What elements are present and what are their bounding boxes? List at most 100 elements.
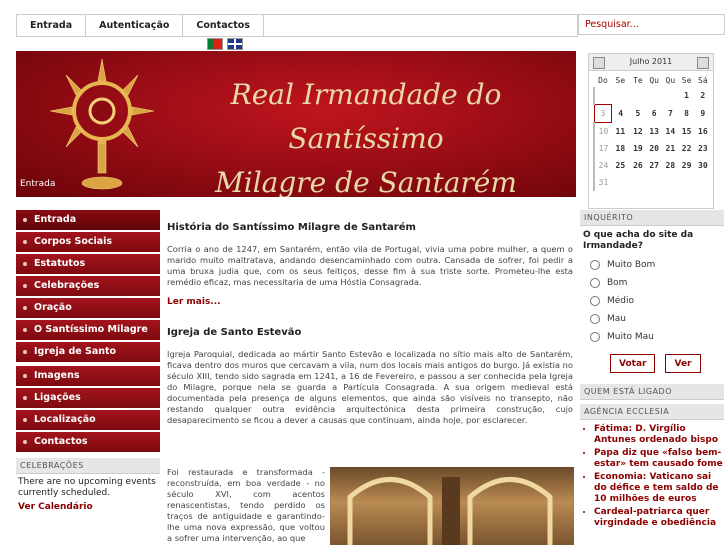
radio-button[interactable] (590, 332, 600, 342)
calendar-day[interactable]: 11 (612, 123, 630, 141)
top-navigation: Entrada Autenticação Contactos (16, 14, 578, 37)
radio-button[interactable] (590, 278, 600, 288)
menu-item[interactable]: Contactos (16, 432, 160, 452)
radio-button[interactable] (590, 314, 600, 324)
calendar-day (662, 87, 678, 105)
site-title: Real Irmandade do Santíssimo Milagre de … (156, 73, 576, 197)
search-input[interactable] (578, 14, 725, 35)
calendar-day[interactable]: 15 (678, 123, 694, 141)
online-heading: QUEM ESTÁ LIGADO (580, 384, 724, 400)
calendar-day[interactable]: 23 (695, 140, 711, 157)
site-title-line2: Milagre de Santarém (215, 166, 517, 197)
calendar-day (630, 87, 646, 105)
monstrance-icon (49, 58, 155, 190)
article-body: Corria o ano de 1247, em Santarém, então… (167, 244, 573, 287)
calendar-day[interactable]: 13 (646, 123, 662, 141)
menu-item[interactable]: Estatutos (16, 254, 160, 274)
calendar-day[interactable]: 10 (593, 122, 612, 140)
calendar-weekday: Do (598, 75, 608, 85)
calendar-day[interactable]: 4 (612, 105, 630, 123)
calendar-day[interactable]: 2 (695, 87, 711, 105)
calendar-next-icon[interactable] (697, 57, 709, 69)
radio-button[interactable] (590, 260, 600, 270)
calendar-day[interactable]: 6 (646, 105, 662, 123)
news-item-link[interactable]: Economia: Vaticano sai do défice e tem s… (594, 472, 724, 505)
radio-button[interactable] (590, 296, 600, 306)
calendar-day[interactable]: 26 (630, 157, 646, 174)
calendar-day[interactable]: 28 (662, 157, 678, 174)
uk-flag-icon[interactable] (227, 38, 243, 50)
article-body: Igreja Paroquial, dedicada ao mártir San… (167, 349, 573, 425)
celebracoes-heading: CELEBRAÇÕES (16, 458, 160, 474)
poll-option[interactable]: Muito Bom (580, 256, 724, 274)
menu-item[interactable]: Igreja de Santo Estevão (16, 342, 160, 377)
calendar-day[interactable]: 12 (630, 123, 646, 141)
menu-item[interactable]: O Santíssimo Milagre (16, 320, 160, 340)
menu-item[interactable]: Localização (16, 410, 160, 430)
calendar-prev-icon[interactable] (593, 57, 605, 69)
news-item-link[interactable]: Papa diz que «falso bem-estar» tem causa… (594, 448, 724, 470)
calendar-day[interactable]: 31 (593, 174, 612, 191)
ver-calendario-link[interactable]: Ver Calendário (16, 502, 160, 512)
menu-item[interactable]: Entrada (16, 210, 160, 230)
nav-tab-contactos[interactable]: Contactos (183, 15, 264, 36)
nav-tab-autenticacao[interactable]: Autenticação (86, 15, 184, 36)
calendar-day[interactable]: 29 (678, 157, 694, 174)
who-is-online-box: QUEM ESTÁ LIGADO (580, 384, 724, 400)
calendar-month: Julho 2011 (629, 57, 673, 66)
calendar-day[interactable]: 14 (662, 123, 678, 141)
calendar-day (593, 87, 612, 105)
vote-button[interactable]: Votar (610, 354, 656, 373)
poll-option-label: Médio (607, 296, 635, 306)
poll-option-label: Mau (607, 314, 626, 324)
calendar-day (646, 174, 662, 191)
poll-option[interactable]: Muito Mau (580, 328, 724, 346)
portugal-flag-icon[interactable] (207, 38, 223, 50)
nav-tab-entrada[interactable]: Entrada (17, 15, 87, 36)
main-content: História do Santíssimo Milagre de Santar… (167, 222, 573, 426)
calendar-day[interactable]: 7 (662, 105, 678, 123)
news-item-link[interactable]: Fátima: D. Virgílio Antunes ordenado bis… (594, 424, 724, 446)
calendar-header: Julho 2011 (589, 54, 713, 71)
menu-item[interactable]: Ligações (16, 388, 160, 408)
calendar-day (630, 174, 646, 191)
poll-option[interactable]: Médio (580, 292, 724, 310)
calendar-day[interactable]: 30 (695, 157, 711, 174)
menu-item[interactable]: Corpos Sociais (16, 232, 160, 252)
calendar-day[interactable]: 8 (678, 105, 694, 123)
calendar-day[interactable]: 9 (695, 105, 711, 123)
main-menu: Entrada Corpos Sociais Estatutos Celebraçõe… (16, 210, 160, 454)
calendar-day[interactable]: 16 (695, 123, 711, 141)
article-title[interactable]: História do Santíssimo Milagre de Santar… (167, 222, 573, 233)
news-item-link[interactable]: Cardeal-patriarca quer virgindade e obed… (594, 507, 724, 529)
calendar-day[interactable]: 18 (612, 140, 630, 157)
menu-item[interactable]: Oração (16, 298, 160, 318)
calendar-day[interactable]: 3 (593, 104, 613, 123)
calendar-day (612, 87, 630, 105)
calendar-day[interactable]: 20 (646, 140, 662, 157)
news-heading: AGÊNCIA ECCLESIA (580, 404, 724, 420)
menu-item[interactable]: Celebrações (16, 276, 160, 296)
calendar-day[interactable]: 1 (678, 87, 694, 105)
menu-item[interactable]: Imagens (16, 366, 160, 386)
calendar-weekday: Qu (665, 75, 676, 85)
calendar-day[interactable]: 21 (662, 140, 678, 157)
calendar-day[interactable]: 22 (678, 140, 694, 157)
calendar-day (612, 174, 630, 191)
calendar-weekday: Se (681, 75, 692, 85)
calendar-day (662, 174, 678, 191)
calendar-day[interactable]: 19 (630, 140, 646, 157)
calendar-day[interactable]: 5 (630, 105, 646, 123)
article-title[interactable]: Igreja de Santo Estevão (167, 327, 573, 338)
calendar-day[interactable]: 17 (593, 140, 612, 157)
calendar-day[interactable]: 24 (593, 157, 612, 174)
poll-option[interactable]: Bom (580, 274, 724, 292)
calendar-day[interactable]: 25 (612, 157, 630, 174)
poll-option[interactable]: Mau (580, 310, 724, 328)
poll-question: O que acha do site da Irmandade? (583, 230, 694, 251)
read-more-link[interactable]: Ler mais... (167, 297, 573, 307)
calendar-weekday: Sá (698, 75, 708, 85)
calendar-day[interactable]: 27 (646, 157, 662, 174)
view-results-button[interactable]: Ver (665, 354, 701, 373)
church-interior-image (330, 467, 574, 545)
